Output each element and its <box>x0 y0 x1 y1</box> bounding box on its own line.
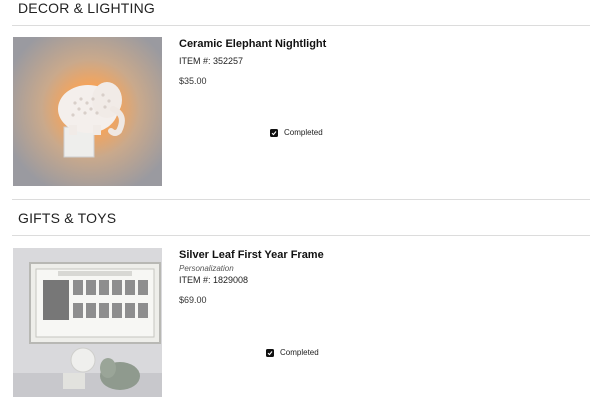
section-title-gifts-toys: GIFTS & TOYS <box>18 210 117 226</box>
elephant-nightlight-photo <box>13 37 162 186</box>
status-completed: Completed <box>266 348 319 357</box>
item-number: ITEM #: 352257 <box>179 56 244 66</box>
product-image-first-year-frame[interactable] <box>13 248 162 397</box>
product-price: $69.00 <box>179 295 207 305</box>
section-divider <box>12 25 590 26</box>
section-divider <box>12 199 590 200</box>
product-name[interactable]: Silver Leaf First Year Frame <box>179 249 324 261</box>
product-name[interactable]: Ceramic Elephant Nightlight <box>179 38 326 50</box>
section-divider <box>12 235 590 236</box>
status-label: Completed <box>280 348 319 357</box>
status-completed: Completed <box>270 128 323 137</box>
product-image-elephant-nightlight[interactable] <box>13 37 162 186</box>
item-number: ITEM #: 1829008 <box>179 275 249 285</box>
checkbox-checked-icon <box>270 128 278 137</box>
first-year-frame-photo <box>13 248 162 397</box>
section-title-decor-lighting: DECOR & LIGHTING <box>18 0 155 16</box>
product-price: $35.00 <box>179 76 207 86</box>
status-label: Completed <box>284 128 323 137</box>
checkbox-checked-icon <box>266 348 274 357</box>
personalization-label: Personalization <box>179 264 234 273</box>
